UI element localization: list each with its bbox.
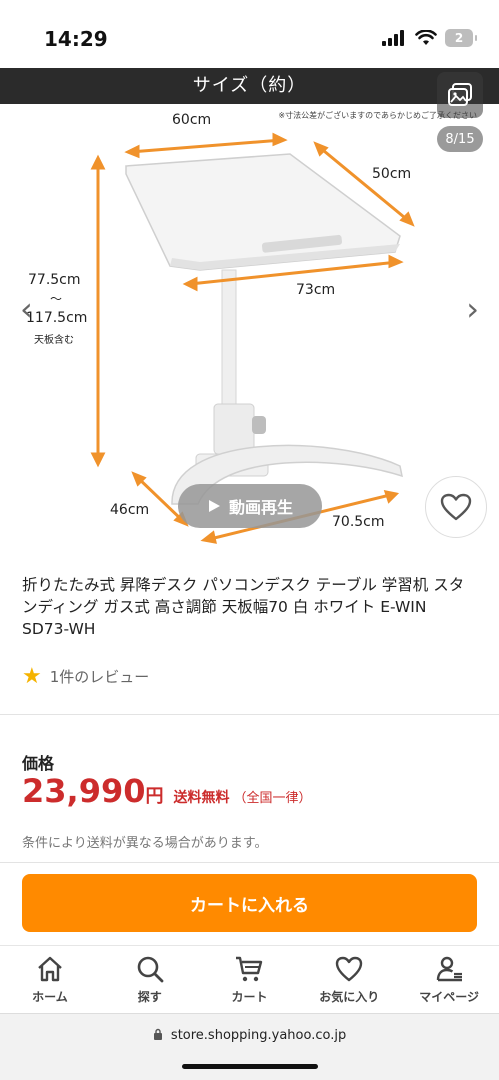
review-link[interactable]: ★ 1件のレビュー	[22, 664, 149, 689]
home-icon	[38, 956, 62, 982]
dim-base-depth: 46cm	[110, 502, 150, 518]
url-text: store.shopping.yahoo.co.jp	[170, 1028, 347, 1043]
image-page-counter: 8/15	[437, 126, 483, 152]
battery-icon: 2	[445, 29, 477, 47]
nav-item-cart[interactable]: カート	[200, 946, 300, 1013]
image-band-title: サイズ（約）	[192, 75, 307, 96]
dim-height-note: 天板含む	[34, 335, 74, 346]
bottom-navigation: ホーム 探す カート お気に入り マイページ	[0, 945, 499, 1013]
dim-height-sep: 〜	[50, 292, 63, 306]
nav-label-cart: カート	[231, 990, 268, 1004]
heart-icon	[336, 956, 363, 982]
nav-item-search[interactable]: 探す	[100, 946, 200, 1013]
nav-item-home[interactable]: ホーム	[0, 946, 100, 1013]
signal-icon	[382, 30, 404, 46]
nav-item-mypage[interactable]: マイページ	[399, 946, 499, 1013]
person-icon	[436, 956, 463, 982]
play-icon	[208, 500, 220, 512]
product-image-carousel[interactable]: ※寸法公差がございますのであらかじめご了承ください 60cm 50cm 77.5…	[0, 104, 499, 560]
review-count: 1件のレビュー	[49, 668, 150, 686]
price-amount: 23,990	[22, 772, 146, 810]
product-title: 折りたたみ式 昇降デスク パソコンデスク テーブル 学習机 スタンディング ガス…	[22, 576, 465, 638]
heart-outline-icon	[440, 493, 472, 521]
dim-top-depth: 50cm	[372, 166, 412, 182]
wifi-icon	[415, 30, 437, 45]
status-icons: 2	[381, 29, 477, 47]
play-video-label: 動画再生	[228, 498, 293, 517]
nav-label-favorites: お気に入り	[319, 990, 380, 1004]
next-image-button[interactable]: ›	[466, 290, 479, 328]
status-bar: 14:29 2	[0, 0, 499, 68]
image-title-band: サイズ（約）	[0, 68, 499, 104]
dim-height-min: 77.5cm	[28, 272, 81, 288]
dim-base-width: 70.5cm	[332, 514, 385, 530]
divider	[0, 862, 499, 863]
star-icon: ★	[22, 664, 42, 689]
home-indicator	[182, 1064, 318, 1069]
dim-height-max: 117.5cm	[26, 310, 88, 326]
divider	[0, 714, 499, 715]
status-time: 14:29	[44, 27, 108, 51]
nav-label-search: 探す	[137, 990, 162, 1004]
add-to-cart-button[interactable]: カートに入れる	[22, 874, 477, 932]
browser-url-bar[interactable]: store.shopping.yahoo.co.jp	[0, 1013, 499, 1080]
dim-top-width: 60cm	[172, 112, 212, 128]
lock-icon	[153, 1028, 162, 1040]
image-gallery-icon	[448, 83, 472, 106]
previous-image-button[interactable]: ‹	[20, 290, 33, 328]
dim-mid-width: 73cm	[296, 282, 336, 298]
price-row: 23,990 円 送料無料 （全国一律）	[22, 772, 312, 810]
nav-label-mypage: マイページ	[419, 990, 479, 1004]
nav-label-home: ホーム	[32, 990, 68, 1004]
price-unit: 円	[145, 786, 164, 807]
search-icon	[137, 956, 164, 983]
nav-item-favorites[interactable]: お気に入り	[299, 946, 399, 1013]
shipping-nationwide: （全国一律）	[233, 791, 312, 806]
url-display[interactable]: store.shopping.yahoo.co.jp	[0, 1028, 499, 1043]
price-label: 価格	[22, 754, 55, 773]
cart-icon	[236, 956, 263, 982]
shipping-condition-note: 条件により送料が異なる場合があります。	[22, 836, 268, 851]
favorite-button[interactable]	[425, 476, 487, 538]
play-video-button[interactable]: 動画再生	[178, 484, 322, 528]
shipping-free: 送料無料	[173, 790, 230, 806]
gallery-button[interactable]	[437, 72, 483, 118]
